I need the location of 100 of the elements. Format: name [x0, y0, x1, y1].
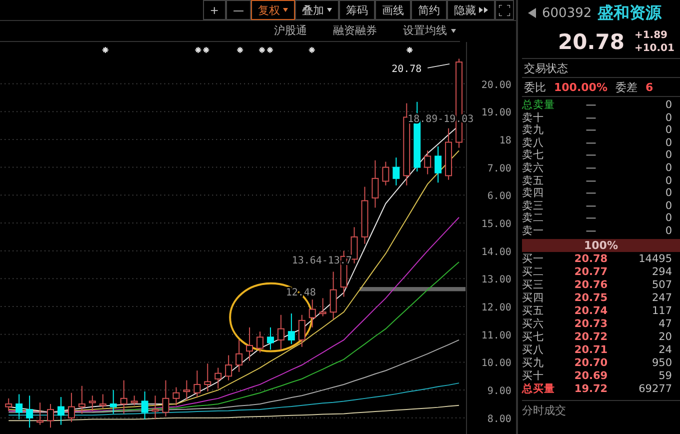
candlestick	[57, 396, 64, 426]
price-axis-label: 14.00	[481, 246, 512, 258]
fullscreen-button[interactable]	[495, 0, 514, 20]
stock-code: 600392	[542, 6, 592, 20]
level-price: —	[584, 224, 598, 238]
level-volume: 0	[664, 212, 672, 225]
candlestick	[319, 298, 326, 317]
candlestick	[99, 394, 106, 409]
toolbar-button[interactable]: 简约	[411, 0, 447, 20]
caret-icon	[283, 8, 288, 12]
level-label: 买一	[522, 252, 545, 266]
candlestick	[361, 186, 368, 244]
level-price: —	[584, 124, 598, 137]
candlestick	[330, 271, 337, 320]
candlestick	[162, 380, 170, 417]
level-volume: 20	[658, 330, 672, 344]
hide-button[interactable]: 隐藏	[447, 0, 495, 20]
level-price: 20.77	[573, 266, 609, 279]
toolbar-button[interactable]: 复权	[251, 0, 295, 20]
candlestick	[47, 403, 54, 428]
candlestick	[424, 150, 432, 175]
level-label: 买八	[522, 344, 545, 357]
level-label: 买十	[522, 370, 545, 383]
level-volume: 247	[650, 292, 672, 305]
candlestick	[26, 395, 34, 428]
toolbar-button[interactable]: 叠加	[295, 0, 339, 20]
event-marker-icon[interactable]	[102, 46, 109, 54]
event-marker-icon[interactable]	[194, 46, 202, 54]
level-label: 买六	[522, 318, 545, 331]
toolbar-button[interactable]: —	[226, 0, 251, 20]
level-price: —	[584, 174, 598, 188]
level-label: 买四	[522, 292, 545, 305]
level-price: —	[584, 149, 598, 162]
level-price: 20.74	[573, 304, 609, 318]
level-label: 卖六	[522, 162, 545, 175]
level-label: 买五	[522, 304, 545, 318]
diff-label: 委差	[615, 80, 638, 94]
level-price: 19.72	[573, 382, 609, 396]
back-arrow-icon[interactable]	[528, 8, 536, 18]
level-price: —	[584, 112, 598, 124]
candlestick	[256, 331, 264, 353]
level-price: —	[584, 200, 598, 212]
price-annotation: 20.78	[392, 64, 422, 75]
total-sell-label: 总卖量	[522, 99, 556, 112]
candlestick	[308, 299, 316, 328]
level-volume: 0	[664, 99, 672, 112]
candlestick	[392, 157, 400, 186]
price-change: +1.89	[634, 29, 668, 42]
price-axis-label: 9.00	[487, 386, 512, 397]
candlestick	[152, 395, 159, 420]
price-axis-label: 10.00	[481, 358, 512, 370]
candlestick	[172, 386, 180, 406]
candlestick	[5, 398, 12, 412]
event-marker-icon[interactable]	[258, 46, 266, 54]
candlestick	[350, 226, 358, 264]
level-price: 20.78	[573, 252, 609, 266]
event-marker-icon[interactable]	[202, 46, 210, 54]
stock-name: 盛和资源	[598, 2, 662, 24]
level-price: —	[584, 162, 598, 175]
level-volume: 0	[664, 136, 672, 150]
candlestick	[141, 390, 148, 420]
level-volume: 0	[664, 149, 672, 162]
event-marker-icon[interactable]	[406, 46, 414, 54]
level-label: 卖九	[522, 124, 545, 137]
event-marker-icon[interactable]	[266, 46, 274, 54]
level-label: 买三	[522, 278, 545, 292]
level-volume: 0	[664, 224, 672, 238]
candlestick	[445, 128, 452, 180]
level-label: 卖一	[522, 224, 545, 238]
candlestick	[382, 161, 390, 186]
fullscreen-icon	[499, 4, 510, 16]
candlestick	[277, 314, 284, 350]
candlestick	[183, 380, 190, 400]
candlestick	[236, 339, 243, 372]
level-price: 20.71	[573, 344, 609, 357]
toolbar-link[interactable]: 融资融券	[333, 23, 377, 38]
section-title: 分时成交	[522, 400, 680, 418]
candlestick	[110, 390, 117, 414]
level-price: 20.69	[573, 370, 609, 383]
level-volume: 0	[664, 174, 672, 188]
toolbar-button[interactable]: 画线	[375, 0, 411, 20]
level-volume: 14495	[638, 252, 672, 266]
toolbar-link[interactable]: 沪股通	[274, 23, 307, 38]
candlestick	[120, 380, 128, 414]
caret-icon	[327, 8, 332, 12]
event-marker-icon[interactable]	[236, 46, 244, 54]
toolbar-button[interactable]: +	[202, 0, 226, 20]
price-axis-label: 15.00	[481, 218, 512, 230]
toolbar-button[interactable]: 筹码	[339, 0, 375, 20]
level-label: 买二	[522, 266, 545, 279]
level-label: 买九	[522, 356, 545, 370]
level-volume: 47	[658, 318, 672, 331]
event-marker-icon[interactable]	[308, 46, 316, 54]
ratio-label: 委比	[524, 80, 546, 94]
toolbar-link[interactable]: 设置均线	[403, 23, 456, 38]
price-axis-label: 11.00	[481, 330, 512, 342]
level-volume: 0	[664, 200, 672, 212]
section-title: 交易状态	[524, 60, 568, 76]
level-volume: 0	[664, 187, 672, 200]
candlestick	[246, 326, 254, 362]
